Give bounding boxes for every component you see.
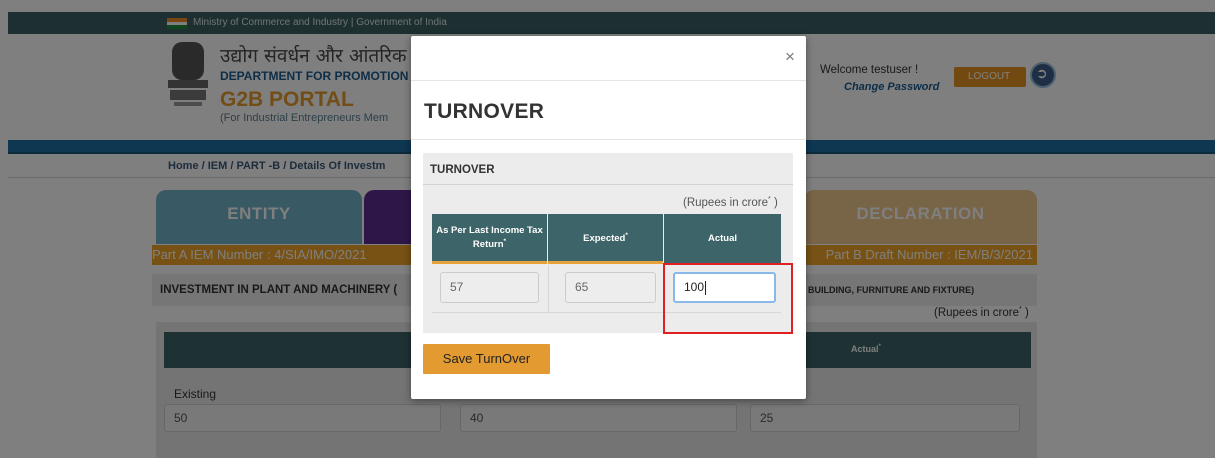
turnover-section-heading: TURNOVER (430, 164, 495, 176)
save-turnover-button[interactable]: Save TurnOver (423, 344, 550, 374)
column-header-expected: Expected* (548, 214, 663, 264)
column-header-actual: Actual (664, 214, 781, 264)
modal-divider (411, 139, 806, 140)
modal-title: TURNOVER (424, 100, 545, 123)
last-itr-input[interactable]: 57 (440, 272, 539, 303)
close-icon[interactable]: × (783, 48, 797, 65)
modal-divider (411, 80, 806, 81)
cell-divider (548, 265, 549, 313)
turnover-modal: × TURNOVER TURNOVER (Rupees in crore* ) … (411, 36, 806, 399)
rupees-note: (Rupees in crore* ) (683, 196, 778, 209)
column-header-last-itr: As Per Last Income Tax Return* (432, 214, 547, 264)
expected-input[interactable]: 65 (565, 272, 656, 303)
section-divider (423, 184, 793, 185)
highlight-box (663, 263, 793, 334)
